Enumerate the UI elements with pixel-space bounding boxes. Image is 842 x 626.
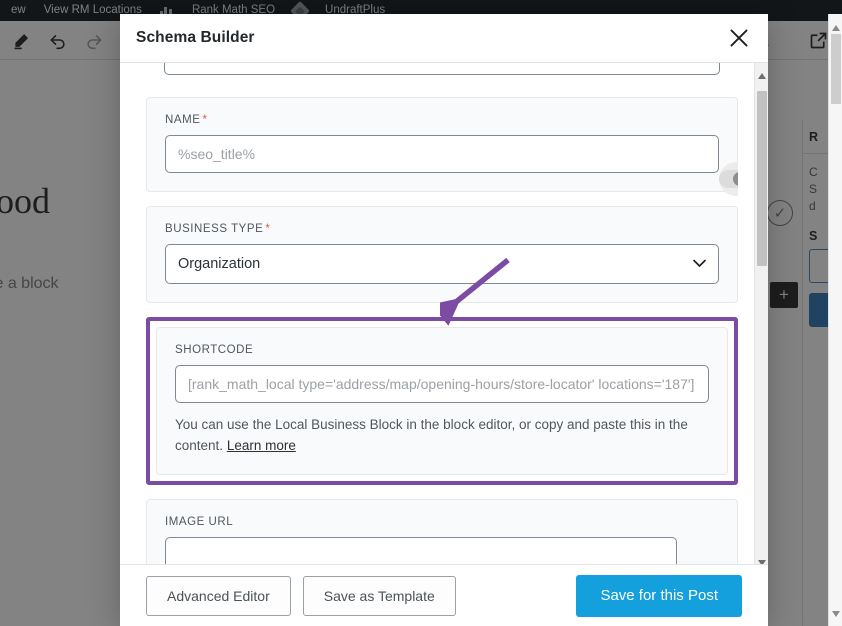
shortcode-highlight-box: SHORTCODE You can use the Local Business… — [146, 317, 738, 485]
modal-scrollbar[interactable] — [754, 63, 768, 566]
learn-more-link[interactable]: Learn more — [227, 438, 296, 453]
shortcode-help-text: You can use the Local Business Block in … — [175, 414, 709, 456]
field-label-business-type-text: BUSINESS TYPE — [165, 223, 264, 235]
field-toggle-switch[interactable] — [719, 170, 738, 188]
save-as-template-button[interactable]: Save as Template — [302, 575, 456, 616]
field-card-business-type: BUSINESS TYPE * Organization — [146, 206, 738, 303]
modal-scrollbar-thumb[interactable] — [757, 91, 767, 266]
advanced-editor-button[interactable]: Advanced Editor — [146, 575, 291, 616]
save-for-this-post-button[interactable]: Save for this Post — [576, 574, 742, 617]
modal-footer: Advanced Editor Save as Template Save fo… — [120, 564, 768, 626]
scroll-up-arrow-icon[interactable] — [758, 66, 766, 79]
field-label-shortcode: SHORTCODE — [175, 344, 254, 356]
scroll-down-arrow-icon[interactable] — [758, 553, 766, 566]
field-label-name: NAME * — [165, 114, 719, 126]
modal-body: NAME* BUSINESS TYPE* Organization — [120, 63, 768, 564]
field-label-image-url: IMAGE URL — [165, 516, 234, 528]
business-type-select-wrap[interactable]: Organization — [165, 244, 719, 284]
window-scrollbar-thumb[interactable] — [831, 34, 841, 104]
modal-scroll-area: NAME* BUSINESS TYPE* Organization — [146, 63, 738, 564]
close-icon[interactable] — [722, 21, 756, 55]
field-card-shortcode: SHORTCODE You can use the Local Business… — [156, 327, 728, 475]
name-input[interactable] — [165, 135, 719, 173]
required-marker: * — [265, 223, 271, 235]
required-marker: * — [202, 114, 208, 126]
field-label-name-text: NAME — [165, 114, 201, 126]
modal-header: Schema Builder — [120, 14, 768, 63]
field-card-name: NAME * — [146, 97, 738, 196]
clipped-text-input[interactable] — [164, 63, 720, 75]
field-card-image-url: IMAGE URL — [146, 499, 738, 564]
window-scrollbar[interactable] — [828, 14, 842, 626]
shortcode-input[interactable] — [175, 365, 709, 403]
image-url-input[interactable] — [165, 537, 677, 564]
schema-builder-modal: Schema Builder NAME* BUSINESS — [120, 14, 768, 626]
field-card-clipped-top — [146, 63, 738, 81]
modal-title: Schema Builder — [136, 29, 255, 46]
business-type-select[interactable]: Organization — [165, 244, 719, 284]
field-label-business-type: BUSINESS TYPE * — [165, 223, 719, 235]
